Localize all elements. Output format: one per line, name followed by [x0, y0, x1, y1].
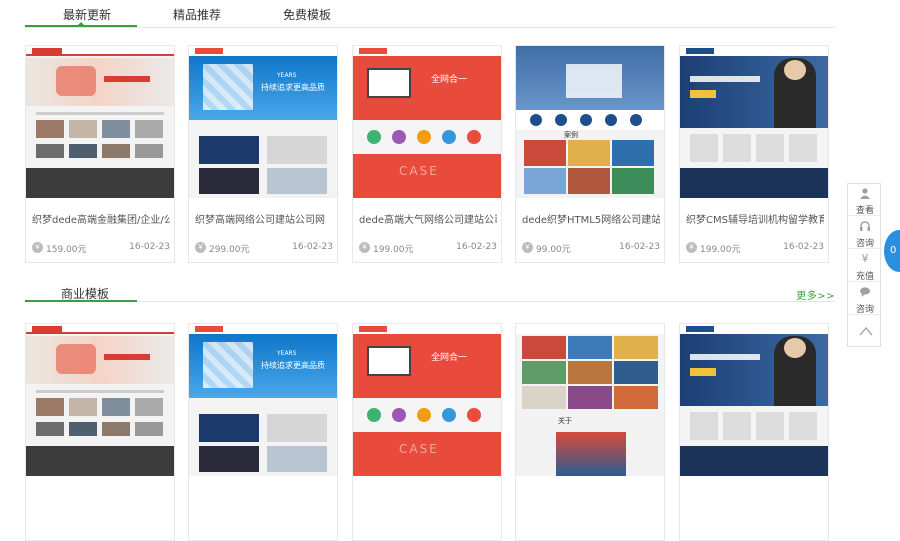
template-thumbnail[interactable]: 全网合一 CASE	[353, 324, 501, 476]
up-arrow-icon	[859, 326, 873, 338]
price: 199.00元	[373, 245, 414, 255]
template-title[interactable]: 织梦dede高端金融集团/企业/公	[32, 211, 170, 226]
template-card[interactable]: 关于	[515, 323, 665, 541]
back-to-top-button[interactable]	[848, 316, 882, 348]
coin-icon: ¥	[359, 242, 370, 253]
tab-bar: 最新更新 精品推荐 免费模板	[25, 0, 835, 28]
template-thumbnail[interactable]	[26, 46, 174, 198]
template-card[interactable]: 案例 dede织梦HTML5网络公司建站公司 ¥ 99.00元 16-02-23	[515, 45, 665, 263]
chat-icon	[859, 286, 871, 298]
user-icon	[859, 187, 871, 199]
tab-free[interactable]: 免费模板	[283, 6, 331, 23]
template-title[interactable]: 织梦CMS辅导培训机构留学教育	[686, 211, 824, 226]
price-row: ¥ 99.00元 16-02-23	[522, 242, 660, 256]
template-card[interactable]: 全网合一 CASE dede高端大气网络公司建站公司 ¥ 199.00元 16-…	[352, 45, 502, 263]
template-card[interactable]	[25, 323, 175, 541]
template-thumbnail[interactable]	[26, 324, 174, 476]
more-link[interactable]: 更多>>	[796, 287, 835, 302]
coin-icon: ¥	[32, 242, 43, 253]
template-card[interactable]: 全网合一 CASE	[352, 323, 502, 541]
price-row: ¥ 199.00元 16-02-23	[359, 242, 497, 256]
coin-icon: ¥	[686, 242, 697, 253]
date: 16-02-23	[292, 242, 333, 252]
template-card[interactable]: YEARS 持续追求更高品质 织梦高端网络公司建站公司网 ¥ 299.00元 1…	[188, 45, 338, 263]
coin-icon: ¥	[522, 242, 533, 253]
headset-icon	[859, 220, 871, 232]
template-thumbnail[interactable]: 案例	[516, 46, 664, 198]
active-tab-notch	[77, 22, 85, 26]
price: 199.00元	[700, 245, 741, 255]
template-title[interactable]: 织梦高端网络公司建站公司网	[195, 211, 333, 226]
template-card[interactable]: 织梦CMS辅导培训机构留学教育 ¥ 199.00元 16-02-23	[679, 45, 829, 263]
sidebar-label: 咨询	[855, 239, 874, 249]
hero-slogan: 持续追求更高品质	[261, 361, 325, 370]
template-thumbnail[interactable]	[680, 324, 828, 476]
template-thumbnail[interactable]: 全网合一 CASE	[353, 46, 501, 198]
template-thumbnail[interactable]: 关于	[516, 324, 664, 476]
price: 299.00元	[209, 245, 250, 255]
section-underline	[25, 300, 137, 302]
template-title[interactable]: dede织梦HTML5网络公司建站公司	[522, 211, 660, 226]
template-thumbnail[interactable]: YEARS 持续追求更高品质	[189, 324, 337, 476]
red-slogan: 全网合一	[431, 75, 468, 85]
red-slogan: 全网合一	[431, 353, 468, 363]
case-label: CASE	[399, 164, 439, 178]
sidebar-item-chat[interactable]: 咨询	[848, 283, 882, 315]
yen-icon: ¥	[861, 252, 869, 265]
about-title: 关于	[558, 417, 572, 425]
sidebar-label: 咨询	[855, 305, 874, 315]
hero-slogan: 持续追求更高品质	[261, 83, 325, 92]
template-card[interactable]: YEARS 持续追求更高品质	[188, 323, 338, 541]
sidebar-item-consult[interactable]: 咨询	[848, 217, 882, 249]
price: 99.00元	[536, 245, 571, 255]
template-title[interactable]: dede高端大气网络公司建站公司	[359, 211, 497, 226]
price-row: ¥ 199.00元 16-02-23	[686, 242, 824, 256]
sidebar-item-recharge[interactable]: ¥ 充值	[848, 250, 882, 282]
tab-latest[interactable]: 最新更新	[63, 6, 111, 23]
floating-sidebar: 查看 咨询 ¥ 充值 咨询	[847, 183, 882, 348]
date: 16-02-23	[129, 242, 170, 252]
sidebar-label: 充值	[855, 272, 874, 282]
template-thumbnail[interactable]: YEARS 持续追求更高品质	[189, 46, 337, 198]
template-card[interactable]: 织梦dede高端金融集团/企业/公 ¥ 159.00元 16-02-23	[25, 45, 175, 263]
sidebar-label: 查看	[855, 206, 874, 216]
price: 159.00元	[46, 245, 87, 255]
price-row: ¥ 299.00元 16-02-23	[195, 242, 333, 256]
tab-recommended[interactable]: 精品推荐	[173, 6, 221, 23]
section-header-business: 商业模板 更多>>	[25, 282, 835, 302]
case-label: CASE	[399, 442, 439, 456]
online-service-bubble[interactable]: 0	[884, 230, 900, 272]
date: 16-02-23	[456, 242, 497, 252]
date: 16-02-23	[783, 242, 824, 252]
coin-icon: ¥	[195, 242, 206, 253]
case-title: 案例	[564, 131, 578, 139]
sidebar-item-view[interactable]: 查看	[848, 184, 882, 216]
date: 16-02-23	[619, 242, 660, 252]
hero-badge: YEARS	[277, 72, 297, 79]
hero-badge: YEARS	[277, 350, 297, 357]
price-row: ¥ 159.00元 16-02-23	[32, 242, 170, 256]
template-thumbnail[interactable]	[680, 46, 828, 198]
template-card[interactable]	[679, 323, 829, 541]
